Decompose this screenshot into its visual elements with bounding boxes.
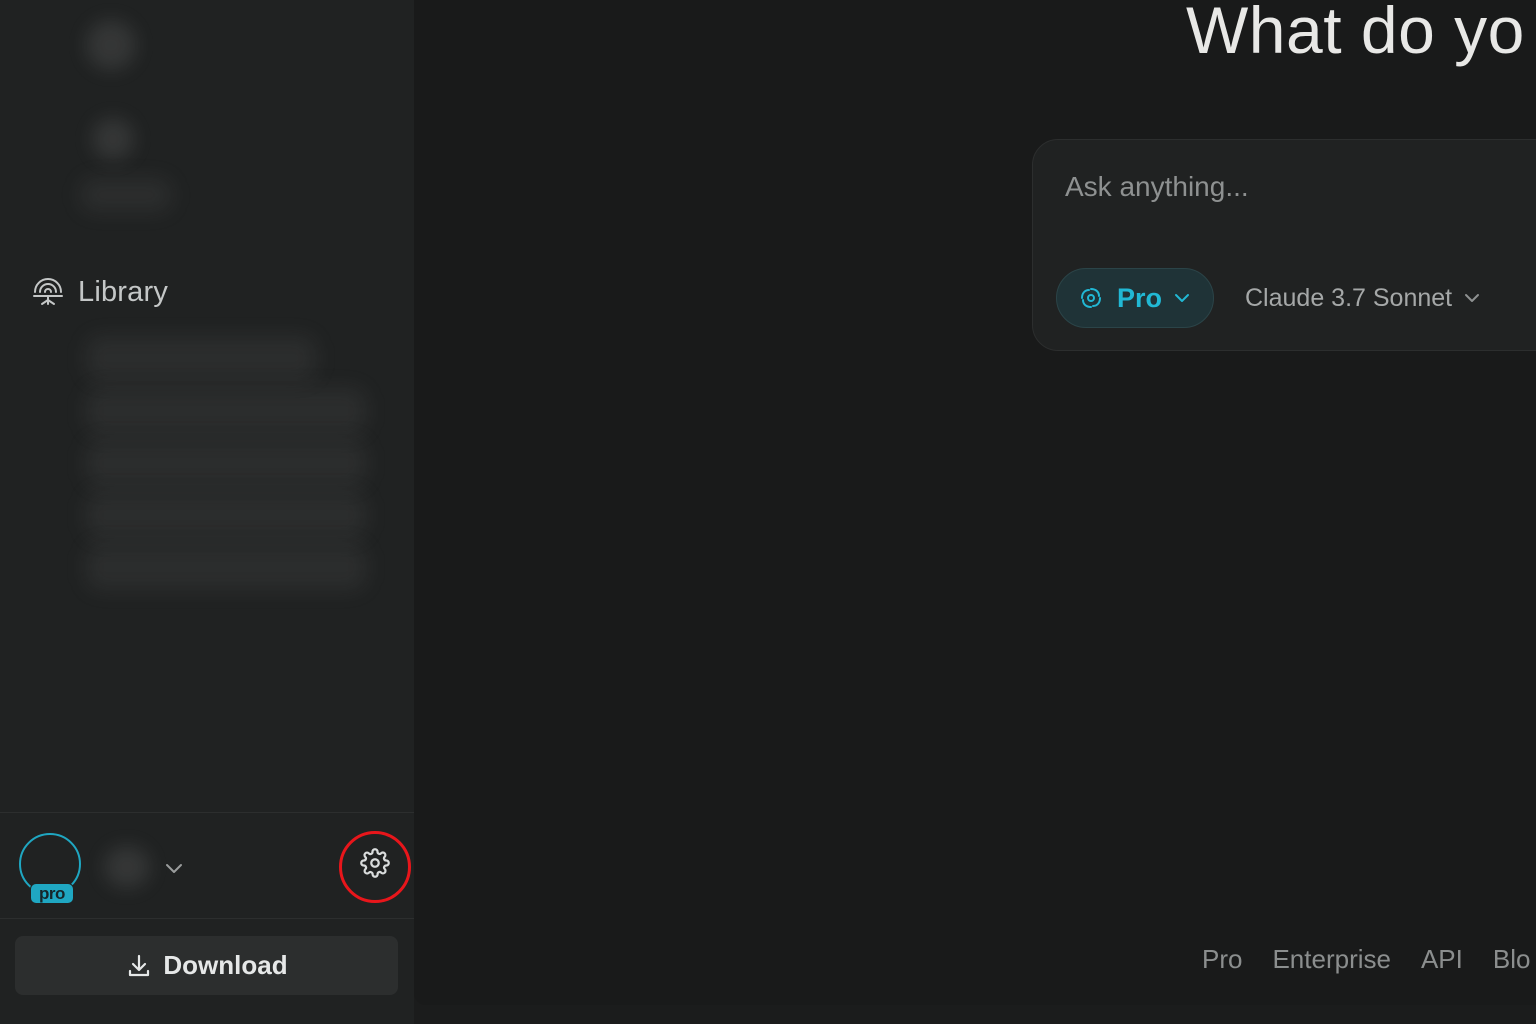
pro-search-icon (1077, 284, 1105, 312)
pro-mode-button[interactable]: Pro (1056, 268, 1214, 328)
blurred-library-entry (86, 544, 366, 590)
sidebar-item-library[interactable]: Library (30, 268, 370, 316)
mode-label: Pro (1117, 282, 1163, 313)
footer-link-enterprise[interactable]: Enterprise (1272, 944, 1391, 975)
sidebar: Library pro Download (0, 0, 414, 1024)
main-panel: What do yo Pro (414, 0, 1536, 1005)
blurred-nav-label (80, 178, 172, 212)
library-icon (30, 274, 66, 310)
download-icon (125, 952, 153, 980)
blurred-library-entry (86, 336, 316, 380)
footer-link-api[interactable]: API (1421, 944, 1463, 975)
gear-icon (360, 847, 390, 883)
chevron-down-icon (1172, 288, 1192, 308)
footer-links: Pro Enterprise API Blo (1202, 944, 1536, 975)
settings-button[interactable] (358, 847, 392, 883)
divider (0, 918, 414, 919)
blurred-library-entry (86, 440, 366, 486)
blurred-nav-icon (86, 20, 136, 70)
chevron-down-icon[interactable] (163, 857, 185, 879)
pro-badge: pro (30, 883, 74, 904)
divider (0, 812, 414, 813)
app-window: Library pro Download What do yo Ask anyt… (0, 0, 1536, 1024)
blurred-library-entry (86, 492, 366, 538)
search-input[interactable] (1063, 166, 1527, 208)
model-select[interactable]: Claude 3.7 Sonnet (1245, 280, 1482, 316)
blurred-username (104, 846, 150, 888)
sidebar-item-label: Library (78, 275, 169, 308)
ask-box: Pro Claude 3.7 Sonnet (1032, 139, 1536, 351)
blurred-nav-icon (92, 118, 134, 160)
footer-link-pro[interactable]: Pro (1202, 944, 1242, 975)
download-button[interactable]: Download (15, 936, 398, 995)
model-label: Claude 3.7 Sonnet (1245, 283, 1453, 312)
footer-link-blog[interactable]: Blo (1493, 944, 1531, 975)
download-label: Download (163, 950, 288, 980)
blurred-library-entry (86, 388, 366, 434)
page-title: What do yo (1186, 0, 1525, 67)
chevron-down-icon (1462, 288, 1482, 308)
